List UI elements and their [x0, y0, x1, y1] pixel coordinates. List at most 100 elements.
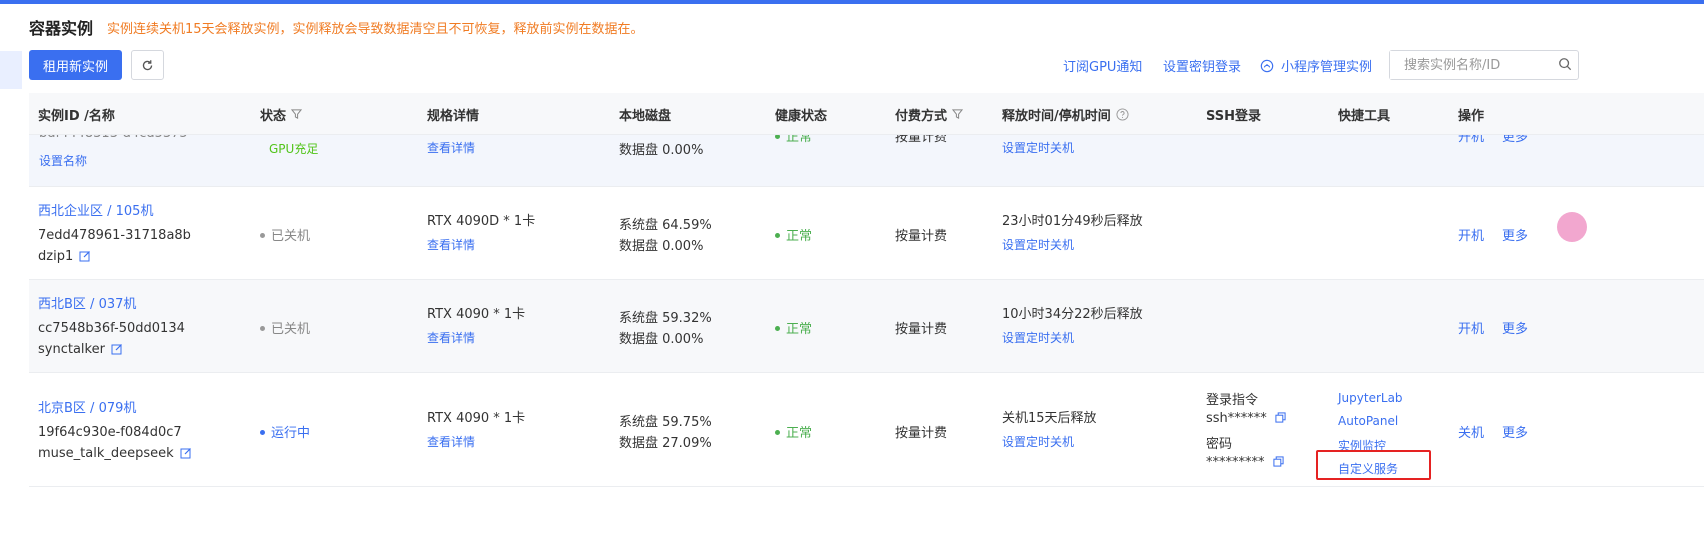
- system-disk-usage: 系统盘 59.75%: [619, 415, 712, 430]
- instance-region-link[interactable]: 西北B区 / 037机: [38, 293, 136, 312]
- table-row: 西北B区 / 037机 cc7548b36f-50dd0134 synctalk…: [29, 280, 1704, 373]
- table-row: bdf4448313-d4cd5375 设置名称 GPU充足 查看详情 数据盘 …: [29, 126, 1704, 187]
- health-label: 正常: [786, 322, 813, 337]
- tool-monitor-link[interactable]: 实例监控: [1338, 437, 1386, 454]
- spec-detail-link[interactable]: 查看详情: [427, 139, 475, 156]
- status-dot: [260, 326, 265, 331]
- gpu-status-note: GPU充足: [269, 142, 319, 156]
- search-box: [1389, 50, 1579, 80]
- ssh-password: *********: [1206, 455, 1284, 470]
- power-on-button[interactable]: 开机: [1458, 225, 1484, 244]
- health-dot: [775, 233, 780, 238]
- edit-icon[interactable]: [79, 250, 91, 262]
- system-disk-usage: 系统盘 59.32%: [619, 311, 712, 326]
- status-label: 已关机: [271, 322, 311, 337]
- miniprogram-icon: [1260, 59, 1274, 72]
- more-button[interactable]: 更多: [1502, 318, 1528, 337]
- instance-region-link[interactable]: 西北企业区 / 105机: [38, 200, 153, 219]
- ssh-password-label: 密码: [1206, 437, 1233, 452]
- schedule-shutdown-link[interactable]: 设置定时关机: [1002, 329, 1074, 346]
- instance-id: 7edd478961-31718a8b: [38, 228, 191, 243]
- search-icon[interactable]: [1558, 57, 1572, 71]
- data-disk-usage: 数据盘 0.00%: [619, 239, 704, 254]
- release-countdown: 23小时01分49秒后释放: [1002, 214, 1143, 229]
- health-dot: [775, 430, 780, 435]
- refresh-icon: [142, 59, 153, 70]
- refresh-button[interactable]: [131, 50, 164, 80]
- instance-name: synctalker: [38, 342, 123, 357]
- copy-icon[interactable]: [1275, 412, 1286, 423]
- tool-autopanel-link[interactable]: AutoPanel: [1338, 414, 1398, 428]
- gpu-spec: RTX 4090 * 1卡: [427, 411, 526, 426]
- tool-custom-service-link[interactable]: 自定义服务: [1338, 460, 1398, 477]
- spec-detail-link[interactable]: 查看详情: [427, 236, 475, 253]
- table-header: 实例ID /名称 状态 规格详情 本地磁盘 健康状态 付费方式 释放时间/停机时…: [29, 93, 1704, 135]
- status-label: 运行中: [271, 426, 311, 441]
- edit-icon[interactable]: [111, 343, 123, 355]
- col-billing-label: 付费方式: [895, 108, 948, 124]
- gpu-spec: RTX 4090 * 1卡: [427, 307, 526, 322]
- release-countdown: 关机15天后释放: [1002, 411, 1097, 426]
- miniprogram-label: 小程序管理实例: [1281, 60, 1373, 75]
- schedule-shutdown-link[interactable]: 设置定时关机: [1002, 139, 1074, 156]
- schedule-shutdown-link[interactable]: 设置定时关机: [1002, 433, 1074, 450]
- edit-icon[interactable]: [180, 447, 192, 459]
- power-off-button[interactable]: 关机: [1458, 422, 1484, 441]
- filter-icon[interactable]: [952, 108, 964, 120]
- more-button[interactable]: 更多: [1502, 422, 1528, 441]
- spec-detail-link[interactable]: 查看详情: [427, 329, 475, 346]
- health-label: 正常: [786, 229, 813, 244]
- instance-name-label: synctalker: [38, 342, 105, 357]
- instance-name: muse_talk_deepseek: [38, 446, 192, 461]
- new-instance-button[interactable]: 租用新实例: [29, 50, 122, 80]
- data-disk-usage: 数据盘 0.00%: [619, 143, 704, 158]
- filter-icon[interactable]: [291, 108, 303, 120]
- col-release-time: 释放时间/停机时间: [1002, 93, 1129, 135]
- col-health: 健康状态: [775, 108, 828, 124]
- health-dot: [775, 326, 780, 331]
- power-on-button[interactable]: 开机: [1458, 318, 1484, 337]
- release-countdown: 10小时34分22秒后释放: [1002, 307, 1143, 322]
- floating-assistant-button[interactable]: [1557, 212, 1587, 242]
- health-status: 正常: [775, 225, 812, 244]
- col-status-label: 状态: [260, 108, 287, 124]
- search-input[interactable]: [1390, 51, 1540, 79]
- col-billing[interactable]: 付费方式: [895, 93, 964, 135]
- col-disk: 本地磁盘: [619, 108, 672, 124]
- status-label: 已关机: [271, 229, 311, 244]
- ssh-password-value: *********: [1206, 455, 1265, 470]
- instance-region-link[interactable]: 北京B区 / 079机: [38, 397, 136, 416]
- help-icon[interactable]: [1116, 107, 1129, 121]
- health-status: 正常: [775, 422, 812, 441]
- more-button[interactable]: 更多: [1502, 225, 1528, 244]
- set-name-link[interactable]: 设置名称: [39, 152, 87, 169]
- col-release-label: 释放时间/停机时间: [1002, 108, 1111, 124]
- status-dot: [260, 430, 265, 435]
- col-ssh: SSH登录: [1206, 108, 1262, 124]
- col-tools: 快捷工具: [1338, 108, 1391, 124]
- set-key-login-link[interactable]: 设置密钥登录: [1163, 56, 1241, 75]
- subscribe-gpu-link[interactable]: 订阅GPU通知: [1063, 56, 1142, 75]
- spec-detail-link[interactable]: 查看详情: [427, 433, 475, 450]
- col-status[interactable]: 状态: [260, 93, 303, 135]
- status-dot: [260, 233, 265, 238]
- health-label: 正常: [786, 426, 813, 441]
- ssh-command-value: ssh******: [1206, 411, 1267, 426]
- copy-icon[interactable]: [1272, 456, 1284, 467]
- release-notice: 实例连续关机15天会释放实例，实例释放会导致数据清空且不可恢复，释放前实例在数据…: [107, 21, 644, 37]
- instance-id: 19f64c930e-f084d0c7: [38, 425, 182, 440]
- instance-status: 已关机: [260, 225, 310, 244]
- instance-status: 已关机: [260, 318, 310, 337]
- col-id-name: 实例ID /名称: [38, 108, 115, 124]
- col-actions: 操作: [1458, 108, 1485, 124]
- miniprogram-link[interactable]: 小程序管理实例: [1260, 56, 1372, 75]
- ssh-command-label: 登录指令: [1206, 393, 1259, 408]
- billing-type: 按量计费: [895, 426, 948, 441]
- gpu-spec: RTX 4090D * 1卡: [427, 214, 536, 229]
- col-spec: 规格详情: [427, 108, 480, 124]
- system-disk-usage: 系统盘 64.59%: [619, 218, 712, 233]
- sidebar-active-item[interactable]: [0, 51, 22, 89]
- instance-name: dzip1: [38, 249, 91, 264]
- tool-jupyterlab-link[interactable]: JupyterLab: [1338, 391, 1403, 405]
- schedule-shutdown-link[interactable]: 设置定时关机: [1002, 236, 1074, 253]
